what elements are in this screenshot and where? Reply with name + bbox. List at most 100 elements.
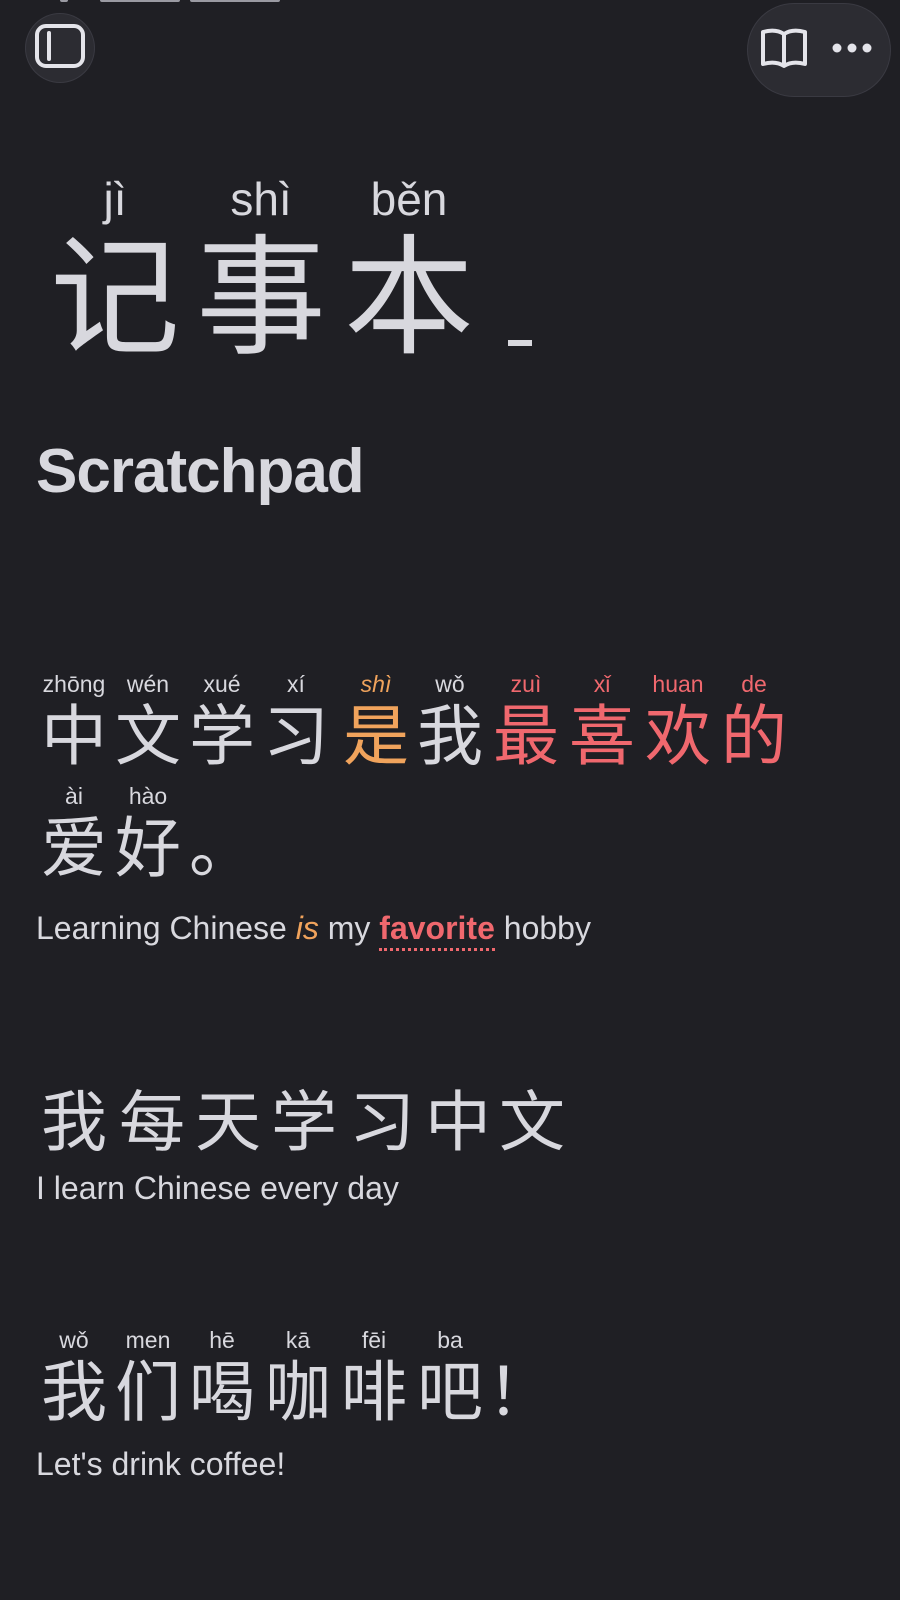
pinyin <box>494 1056 570 1084</box>
sidebar-toggle-button[interactable] <box>26 14 94 82</box>
title-char: shì 事 <box>186 170 336 368</box>
title-char: jì 记 <box>40 170 190 368</box>
pinyin <box>482 1326 558 1354</box>
hanzi: 文 <box>499 1084 565 1161</box>
ruby-char: ！ <box>482 1326 558 1432</box>
pinyin: wén <box>126 671 170 697</box>
ruby-char: ba 吧 <box>412 1326 488 1432</box>
hanzi: 记 <box>49 222 180 374</box>
toolbar-actions <box>748 4 890 96</box>
hanzi: 每 <box>119 1084 185 1161</box>
hanzi: 咖 <box>265 1354 331 1431</box>
hanzi: 是 <box>343 698 409 775</box>
pinyin <box>190 1056 266 1084</box>
ruby-char-highlight: zuì 最 <box>488 670 564 776</box>
pinyin: xué <box>203 671 241 697</box>
ruby-char: 天 <box>190 1056 266 1162</box>
pinyin: fēi <box>361 1327 387 1353</box>
hanzi: 学 <box>271 1084 337 1161</box>
more-horizontal-icon <box>831 41 873 59</box>
hanzi: 中 <box>425 1084 491 1161</box>
ruby-line: wǒ 我 men 们 hē 喝 kā 咖 fēi 啡 ba 吧 ！ <box>36 1326 553 1438</box>
translation: Learning Chinese is my favorite hobby <box>36 910 591 951</box>
pinyin: shì <box>360 671 392 697</box>
ruby-char: wǒ 我 <box>36 1326 112 1432</box>
reader-mode-button[interactable] <box>758 24 810 76</box>
hanzi: 最 <box>493 698 559 775</box>
pinyin: ba <box>437 1327 463 1353</box>
ruby-char: kā 咖 <box>260 1326 336 1432</box>
pinyin: hào <box>128 783 168 809</box>
hanzi: 我 <box>417 698 483 775</box>
hanzi: 喝 <box>189 1354 255 1431</box>
hanzi: 。 <box>189 810 255 887</box>
hanzi: 啡 <box>341 1354 407 1431</box>
pinyin <box>114 1056 190 1084</box>
pinyin: běn <box>370 173 448 225</box>
ruby-char: hào 好 <box>110 782 186 888</box>
hanzi: 事 <box>195 222 326 374</box>
pinyin: jì <box>103 173 127 225</box>
pinyin: hē <box>209 1327 235 1353</box>
hanzi: 好 <box>115 810 181 887</box>
sentence-block[interactable]: wǒ 我 men 们 hē 喝 kā 咖 fēi 啡 ba 吧 ！ Let's drink … <box>36 1326 553 1483</box>
pinyin: xí <box>287 671 305 697</box>
pinyin: wǒ <box>435 671 465 697</box>
pinyin <box>266 1056 342 1084</box>
ruby-char: xué 学 <box>184 670 260 776</box>
sidebar-toggle-icon <box>34 23 86 74</box>
ruby-char: 中 <box>420 1056 496 1162</box>
pinyin: men <box>125 1327 171 1353</box>
sentence-block[interactable]: zhōng 中 wén 文 xué 学 xí 习 shì 是 wǒ 我 zuì 最 xǐ 喜 h… <box>36 670 787 951</box>
ruby-char: 学 <box>266 1056 342 1162</box>
translation-text: my <box>318 910 380 946</box>
translation: Let's drink coffee! <box>36 1446 286 1482</box>
hanzi: 我 <box>41 1354 107 1431</box>
ruby-char: 每 <box>114 1056 190 1162</box>
hanzi: 天 <box>195 1084 261 1161</box>
more-options-button[interactable] <box>826 24 878 76</box>
translation-text: Learning Chinese <box>36 910 296 946</box>
ruby-char-highlight: xǐ 喜 <box>564 670 640 776</box>
hanzi: 吧 <box>417 1354 483 1431</box>
sentence-block[interactable]: 我 每 天 学 习 中 文 I learn Chinese every day <box>36 1056 565 1207</box>
hanzi: 习 <box>349 1084 415 1161</box>
pinyin <box>36 1056 112 1084</box>
pinyin: wǒ <box>59 1327 89 1353</box>
ruby-char: fēi 啡 <box>336 1326 412 1432</box>
pinyin: shì <box>230 173 292 225</box>
translation-highlight[interactable]: favorite <box>379 910 495 951</box>
pinyin <box>184 782 260 810</box>
hanzi: 喜 <box>569 698 635 775</box>
pinyin: huan <box>652 671 704 697</box>
pinyin <box>344 1056 420 1084</box>
ruby-char: zhōng 中 <box>36 670 112 776</box>
ruby-char: men 们 <box>110 1326 186 1432</box>
hanzi: ！ <box>487 1354 553 1431</box>
pinyin: zhōng <box>42 671 106 697</box>
hanzi: 习 <box>263 698 329 775</box>
ruby-char-highlight: de 的 <box>716 670 792 776</box>
translation: I learn Chinese every day <box>36 1170 399 1206</box>
pinyin: de <box>741 671 767 697</box>
ruby-char: wǒ 我 <box>412 670 488 776</box>
ruby-line: 我 每 天 学 习 中 文 <box>36 1056 565 1168</box>
hanzi: 们 <box>115 1354 181 1431</box>
book-icon <box>759 26 809 75</box>
page-subtitle: Scratchpad <box>36 437 365 506</box>
pinyin: xǐ <box>593 671 611 697</box>
hanzi: 中 <box>41 698 107 775</box>
ruby-char-highlight: shì 是 <box>338 670 414 776</box>
translation-highlight: is <box>295 910 319 946</box>
ruby-line: ài 爱 hào 好 。 <box>36 782 591 894</box>
ruby-char: wén 文 <box>110 670 186 776</box>
ruby-char: 文 <box>494 1056 570 1162</box>
hanzi: 的 <box>721 698 787 775</box>
pinyin <box>420 1056 496 1084</box>
hanzi: 爱 <box>41 810 107 887</box>
pinyin: ài <box>65 783 83 809</box>
pinyin: zuì <box>510 671 542 697</box>
hanzi: 欢 <box>645 698 711 775</box>
ruby-char-highlight: huan 欢 <box>640 670 716 776</box>
ruby-char: hē 喝 <box>184 1326 260 1432</box>
